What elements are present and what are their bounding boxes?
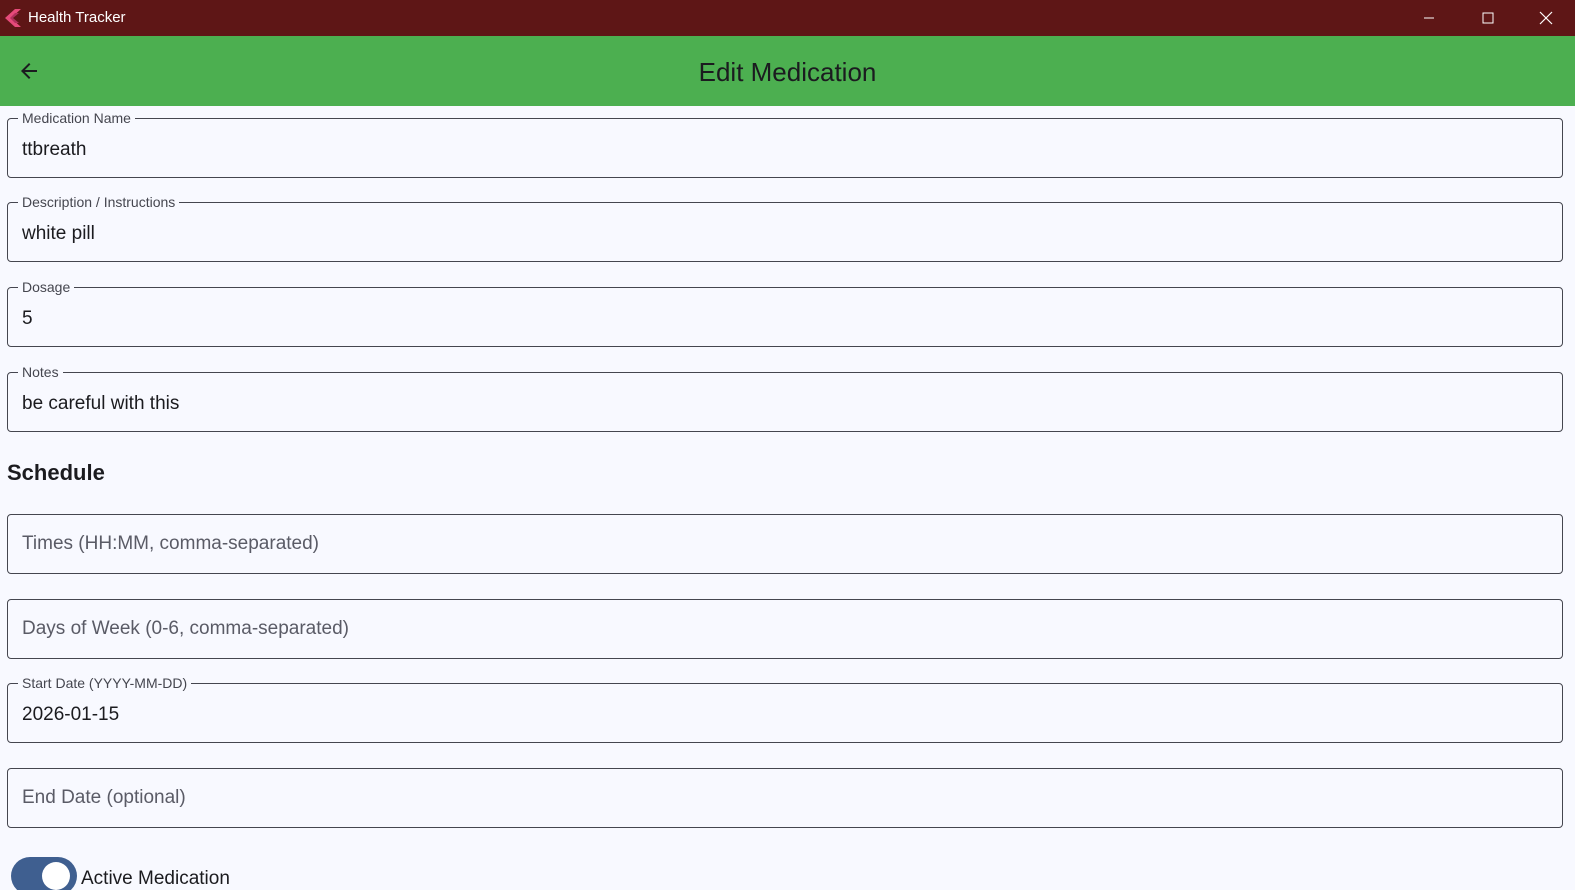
page-title: Edit Medication: [698, 57, 877, 87]
maximize-button[interactable]: [1459, 0, 1517, 36]
switch-thumb: [42, 862, 70, 890]
start-date-input[interactable]: [22, 684, 1542, 742]
days-of-week-field: [7, 599, 1563, 659]
medication-name-input[interactable]: [22, 119, 1542, 177]
active-medication-label: Active Medication: [81, 868, 230, 889]
days-of-week-input[interactable]: [22, 600, 1542, 658]
times-field: [7, 514, 1563, 574]
schedule-heading: Schedule: [7, 460, 105, 485]
window-title: Health Tracker: [28, 9, 126, 26]
dosage-field: Dosage: [7, 278, 1563, 347]
app-logo-icon: [5, 9, 21, 27]
close-button[interactable]: [1517, 0, 1575, 36]
window-titlebar: Health Tracker: [0, 0, 1575, 36]
dosage-input[interactable]: [22, 288, 1542, 346]
close-icon: [1539, 11, 1553, 25]
end-date-input[interactable]: [22, 769, 1542, 827]
maximize-icon: [1482, 12, 1494, 24]
app-bar: Edit Medication: [0, 36, 1575, 106]
end-date-field: [7, 768, 1563, 828]
start-date-field: Start Date (YYYY-MM-DD): [7, 674, 1563, 743]
active-medication-switch[interactable]: [11, 857, 77, 890]
minimize-button[interactable]: [1400, 0, 1458, 36]
description-field: Description / Instructions: [7, 193, 1563, 262]
description-input[interactable]: [22, 203, 1542, 261]
notes-input[interactable]: [22, 373, 1542, 431]
notes-field: Notes: [7, 363, 1563, 432]
medication-name-field: Medication Name: [7, 109, 1563, 178]
arrow-back-icon: [21, 63, 37, 79]
app-window: Health Tracker Edit Medication Medicatio…: [0, 0, 1575, 890]
times-input[interactable]: [22, 515, 1542, 573]
minimize-icon: [1424, 17, 1434, 19]
back-button[interactable]: [8, 50, 50, 92]
